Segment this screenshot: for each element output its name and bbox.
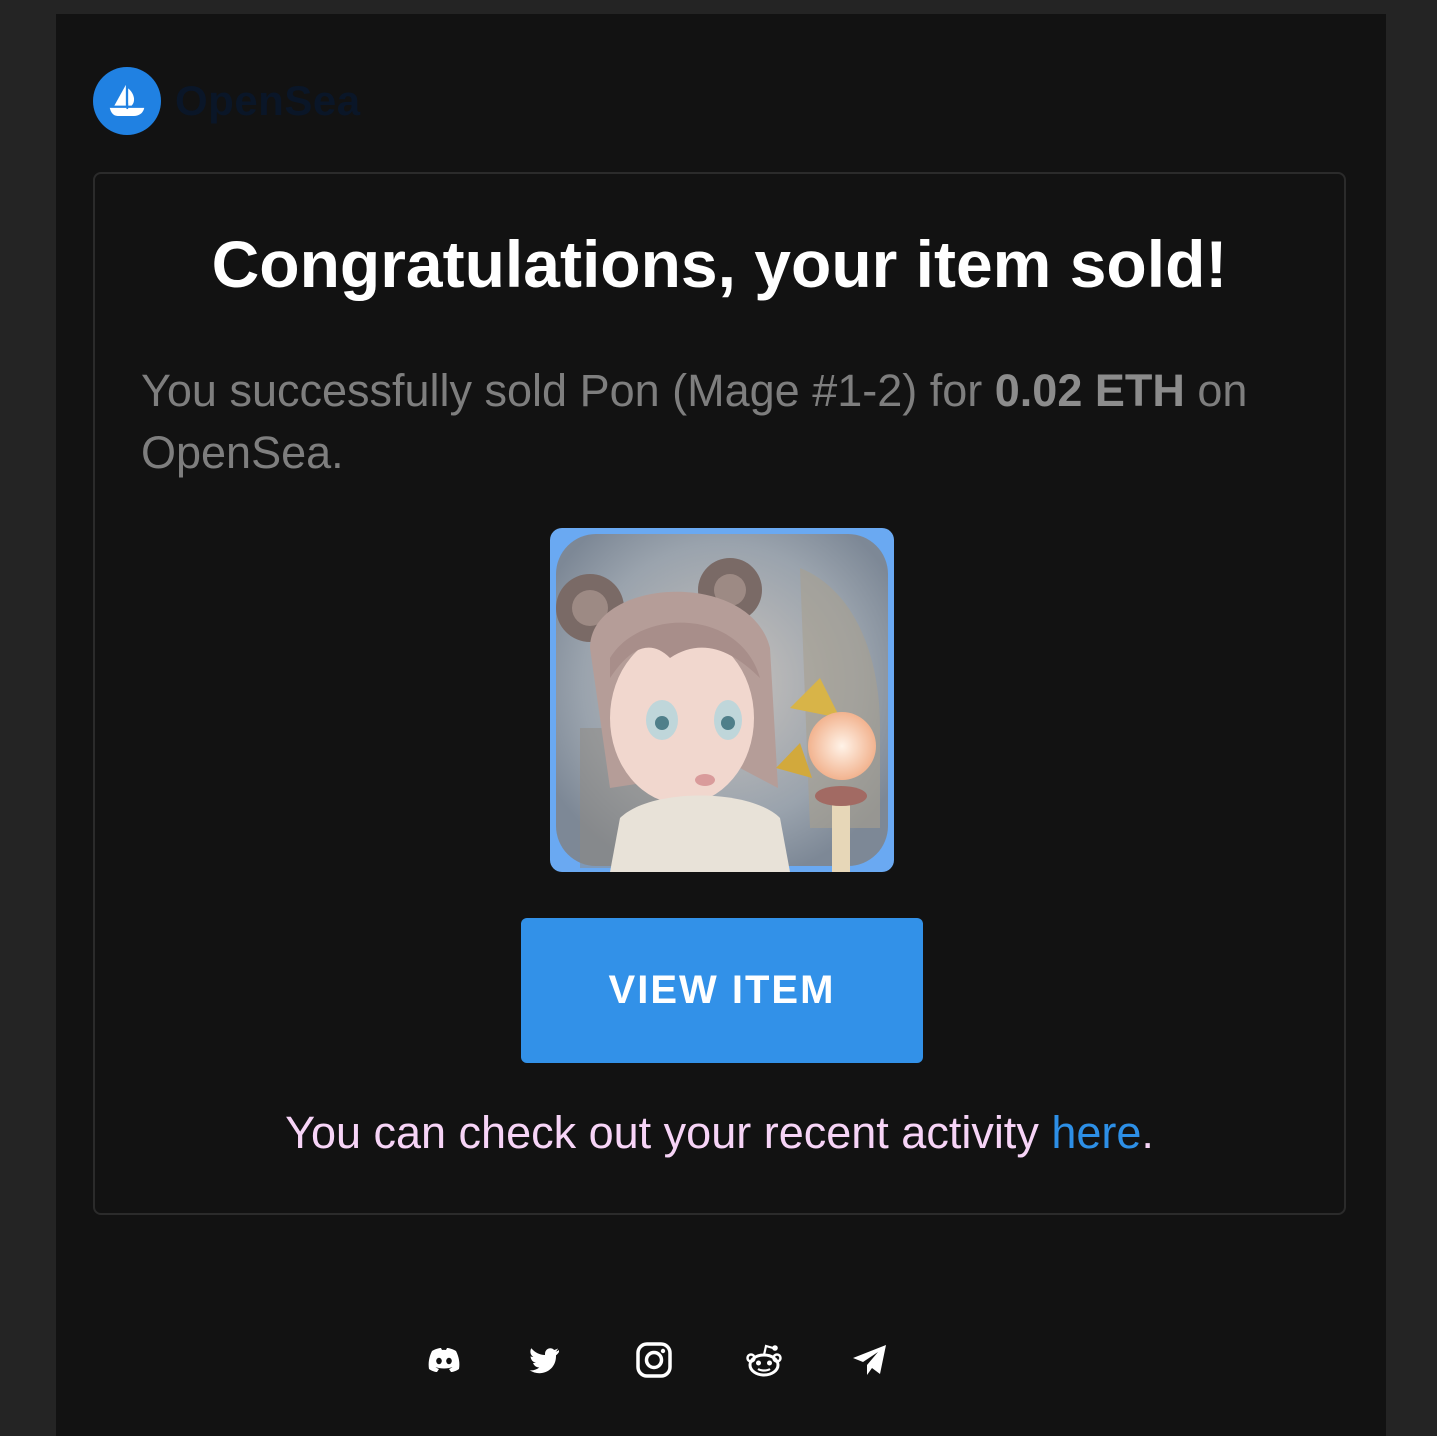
- email-container: OpenSea Congratulations, your item sold!…: [56, 14, 1386, 1436]
- opensea-wordmark: OpenSea: [175, 77, 361, 124]
- activity-prefix: You can check out your recent activity: [285, 1107, 1052, 1158]
- sale-message: You successfully sold Pon (Mage #1-2) fo…: [141, 360, 1271, 484]
- view-item-button[interactable]: VIEW ITEM: [521, 918, 923, 1063]
- activity-message: You can check out your recent activity h…: [95, 1107, 1344, 1159]
- opensea-ship-icon: [93, 67, 161, 135]
- activity-link[interactable]: here: [1051, 1107, 1141, 1158]
- sale-price: 0.02 ETH: [994, 365, 1185, 416]
- social-links: [422, 1338, 892, 1382]
- item-image[interactable]: [550, 528, 894, 872]
- sale-card: Congratulations, your item sold! You suc…: [93, 172, 1346, 1215]
- activity-suffix: .: [1141, 1107, 1154, 1158]
- reddit-icon[interactable]: [742, 1338, 786, 1382]
- sale-message-prefix: You successfully sold Pon (Mage #1-2) fo…: [141, 365, 995, 416]
- page-title: Congratulations, your item sold!: [211, 227, 1228, 301]
- twitter-icon[interactable]: [522, 1338, 566, 1382]
- instagram-icon[interactable]: [632, 1338, 676, 1382]
- opensea-logo[interactable]: OpenSea: [93, 67, 361, 135]
- telegram-icon[interactable]: [848, 1338, 892, 1382]
- discord-icon[interactable]: [422, 1338, 466, 1382]
